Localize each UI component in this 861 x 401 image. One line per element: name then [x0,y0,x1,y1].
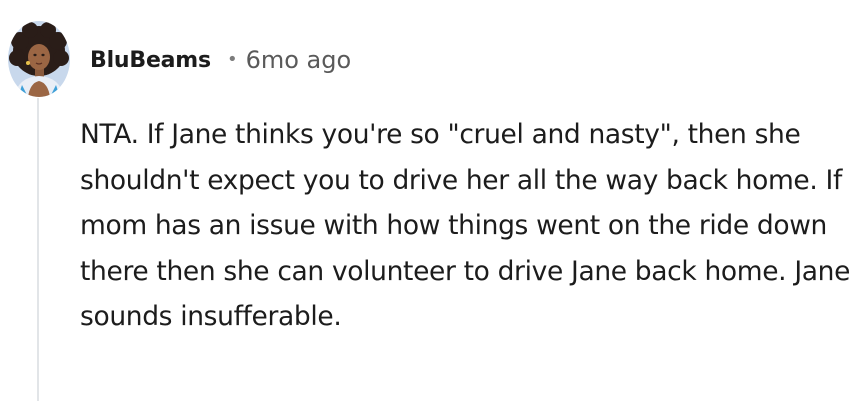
user-avatar-icon[interactable] [8,21,70,97]
comment-text: NTA. If Jane thinks you're so "cruel and… [80,119,851,332]
separator-dot: • [226,48,238,70]
comment-meta: BluBeams • 6mo ago [90,40,351,80]
timestamp[interactable]: 6mo ago [246,46,352,74]
thread-line[interactable] [37,98,39,401]
comment: BluBeams • 6mo ago NTA. If Jane thinks y… [0,0,861,401]
comment-body: NTA. If Jane thinks you're so "cruel and… [80,112,855,340]
author-name[interactable]: BluBeams [90,48,211,73]
